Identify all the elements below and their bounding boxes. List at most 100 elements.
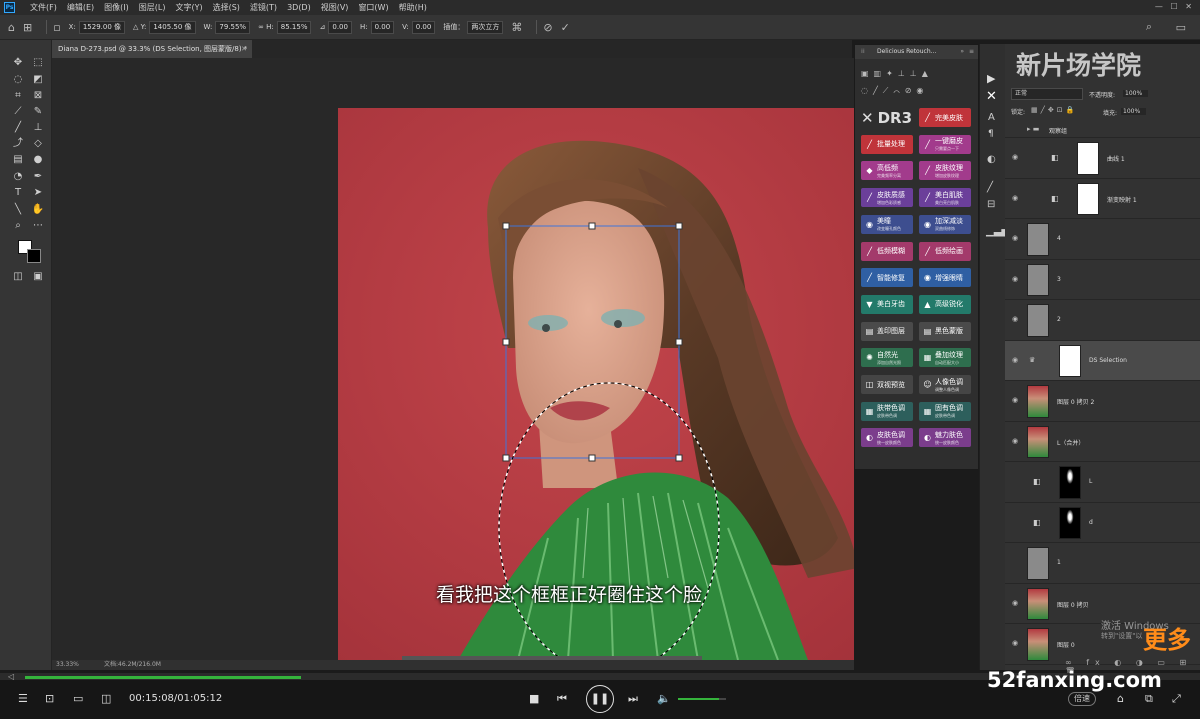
layer-thumbnail[interactable] xyxy=(1027,547,1049,580)
plugin-panel-header[interactable]: Delicious Retouch... ⁞⁞ » ≡ xyxy=(855,45,978,59)
previous-icon[interactable]: ⏮ xyxy=(557,692,567,706)
layer-thumbnail[interactable] xyxy=(1027,304,1049,337)
eyedropper-icon[interactable]: ⟋ xyxy=(10,105,26,119)
collapse-left-icon[interactable]: ◁ xyxy=(8,670,14,684)
commit-transform-icon[interactable]: ✓ xyxy=(561,21,570,34)
zoom-tool-icon[interactable]: ⌕ xyxy=(10,219,26,233)
menu-file[interactable]: 文件(F) xyxy=(25,2,62,13)
play-action-icon[interactable]: ▶ xyxy=(987,72,995,85)
properties-icon[interactable]: ⊟ xyxy=(987,199,995,210)
plugin-button[interactable]: ╱ 皮肤质感 增加色彩质感 xyxy=(861,188,913,208)
menu-image[interactable]: 图像(I) xyxy=(99,2,134,13)
layer-thumbnail[interactable] xyxy=(1027,263,1049,296)
frame-tool-icon[interactable]: ⊠ xyxy=(30,89,46,103)
plugin-button[interactable]: ╱ 低频模糊 xyxy=(861,241,913,261)
layer-mask-thumbnail[interactable] xyxy=(1059,506,1081,539)
healing-brush-icon[interactable]: ✎ xyxy=(30,105,46,119)
move-tool-icon[interactable]: ✥ xyxy=(10,56,26,70)
blend-mode-select[interactable]: 正常 xyxy=(1011,88,1083,100)
layer-row[interactable]: ▸ ▬ 观察组 xyxy=(1005,122,1200,138)
layer-row[interactable]: ◉ ♛ DS Selection xyxy=(1005,340,1200,381)
document-canvas[interactable] xyxy=(52,58,854,660)
hand-tool-icon[interactable]: ✋ xyxy=(30,203,46,217)
visibility-eye-icon[interactable]: ◉ xyxy=(1012,437,1018,445)
plugin-button[interactable]: ◐ 皮肤色调 统一皮肤颜色 xyxy=(861,428,913,448)
lock-icons[interactable]: ▦╱✥⊡🔒 xyxy=(1031,106,1077,114)
plugin-button[interactable]: ☺ 人像色调 调整人像色调 xyxy=(919,375,971,394)
layer-thumbnail[interactable] xyxy=(1027,628,1049,661)
visibility-eye-icon[interactable]: ◉ xyxy=(1012,275,1018,283)
comment-icon[interactable]: ◫ xyxy=(101,692,111,706)
plugin-quick-icons[interactable]: ▣▥✦⊥⊥▲ ◌╱⟋⌒⊘◉ xyxy=(861,65,973,101)
menu-window[interactable]: 窗口(W) xyxy=(353,2,393,13)
plugin-button[interactable]: ╱ 低频绘画 xyxy=(919,241,971,261)
plugin-button[interactable]: ▼ 美白牙齿 xyxy=(861,294,913,314)
home-icon[interactable]: ⌂ xyxy=(8,21,15,34)
paragraph-panel-icon[interactable]: ¶ xyxy=(988,129,994,139)
window-controls[interactable]: — ☐ ✕ xyxy=(1155,2,1192,11)
visibility-eye-icon[interactable]: ◉ xyxy=(1012,315,1018,323)
zoom-level[interactable]: 33.33% xyxy=(56,660,79,670)
panel-menu-icon[interactable]: ≡ xyxy=(969,45,974,59)
layer-row[interactable]: ◉ 4 xyxy=(1005,219,1200,260)
reference-point-icon[interactable]: ▫ xyxy=(53,21,60,34)
layer-thumbnail[interactable] xyxy=(1027,385,1049,418)
dr3-panel-icon[interactable]: ✕ xyxy=(986,89,997,104)
folder-icon[interactable]: ▸ ▬ xyxy=(1027,125,1039,133)
fullscreen-icon[interactable]: ⤢ xyxy=(1172,692,1181,706)
quick-mask-icon[interactable]: ◫ xyxy=(10,270,26,284)
menu-3d[interactable]: 3D(D) xyxy=(282,3,316,12)
marquee-tool-icon[interactable]: ⬚ xyxy=(30,56,46,70)
interpolation-select[interactable]: 两次立方 xyxy=(467,20,504,34)
history-brush-icon[interactable]: ⤴ xyxy=(10,137,26,151)
layer-row[interactable]: ◉ L（合并） xyxy=(1005,421,1200,462)
plugin-button[interactable]: ◫ 双视预览 xyxy=(861,375,913,394)
layer-mask-thumbnail[interactable] xyxy=(1059,344,1081,377)
playlist-icon[interactable]: ☰ xyxy=(18,692,28,706)
plugin-button[interactable]: ▲ 高级锐化 xyxy=(919,294,971,314)
plugin-button[interactable]: ▤ 盖印图层 xyxy=(861,321,913,341)
lasso-tool-icon[interactable]: ◌ xyxy=(10,73,26,87)
plugin-button[interactable]: ╱ 一键磨皮 只需要点一下 xyxy=(919,134,971,154)
menu-select[interactable]: 选择(S) xyxy=(208,2,245,13)
danmaku-icon[interactable]: ▭ xyxy=(73,692,83,706)
layer-mask-thumbnail[interactable] xyxy=(1077,142,1099,175)
plugin-button[interactable]: ◆ 高低频 完美频率分离 xyxy=(861,161,913,181)
volume-slider[interactable] xyxy=(678,698,726,700)
plugin-button[interactable]: ◉ 加深减淡 双曲线修饰 xyxy=(919,214,971,234)
gradient-tool-icon[interactable]: ▤ xyxy=(10,153,26,167)
eraser-tool-icon[interactable]: ◇ xyxy=(30,137,46,151)
brush-panel-icon[interactable]: ╱ xyxy=(987,182,993,193)
layer-row[interactable]: ◉ ◧ 渐变映射 1 xyxy=(1005,178,1200,219)
opacity-field[interactable]: 100% xyxy=(1123,90,1149,97)
plugin-button[interactable]: ╱ 智能修复 xyxy=(861,268,913,288)
lock-icon[interactable]: ⌂ xyxy=(1117,692,1124,706)
plugin-button[interactable]: ▦ 固有色调 皮肤带色调 xyxy=(919,401,971,421)
layer-row[interactable]: ◧ L xyxy=(1005,462,1200,503)
background-color-swatch[interactable] xyxy=(27,249,41,263)
menu-help[interactable]: 帮助(H) xyxy=(394,2,432,13)
plugin-button[interactable]: ╱ 皮肤纹理 增加皮肤纹理 xyxy=(919,161,971,181)
layer-thumbnail[interactable] xyxy=(1027,223,1049,256)
close-tab-icon[interactable]: ✕ xyxy=(241,40,247,58)
visibility-eye-icon[interactable]: ◉ xyxy=(1012,153,1018,161)
type-tool-icon[interactable]: T xyxy=(10,186,26,200)
menu-type[interactable]: 文字(Y) xyxy=(170,2,207,13)
plugin-button[interactable]: ◐ 魅力肤色 统一皮肤颜色 xyxy=(919,428,971,448)
menu-edit[interactable]: 编辑(E) xyxy=(62,2,99,13)
visibility-eye-icon[interactable]: ◉ xyxy=(1012,639,1018,647)
plugin-button[interactable]: ╱ 批量处理 xyxy=(861,134,913,154)
plugin-button[interactable]: ╱ 完美皮肤 xyxy=(919,108,971,127)
width-field[interactable]: 79.55% xyxy=(215,20,251,34)
layer-row[interactable]: ◉ ◧ 曲线 1 xyxy=(1005,138,1200,179)
dodge-tool-icon[interactable]: ◔ xyxy=(10,170,26,184)
visibility-eye-icon[interactable]: ◉ xyxy=(1012,356,1018,364)
link-icon[interactable]: ∞ xyxy=(258,23,264,31)
cancel-transform-icon[interactable]: ⊘ xyxy=(543,21,552,34)
object-select-icon[interactable]: ◩ xyxy=(30,73,46,87)
y-field[interactable]: 1405.50 像 xyxy=(149,20,196,34)
hskew-field[interactable]: 0.00 xyxy=(370,20,395,34)
layer-row[interactable]: 1 xyxy=(1005,543,1200,584)
layer-row[interactable]: ◉ 2 xyxy=(1005,300,1200,341)
layer-row[interactable]: ◉ 3 xyxy=(1005,259,1200,300)
